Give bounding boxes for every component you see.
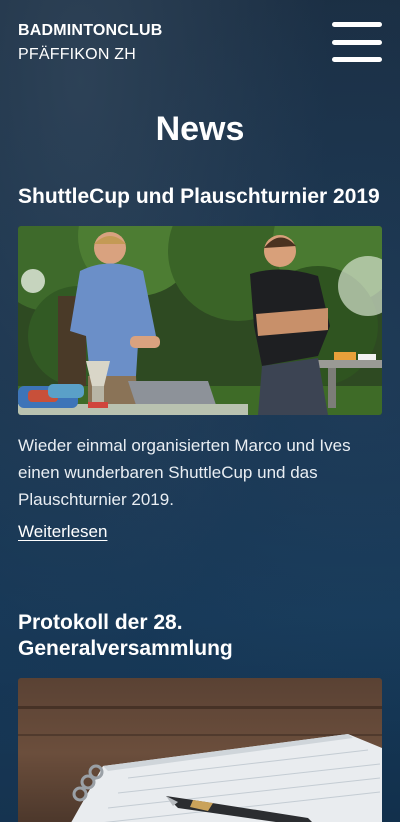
- brand-name[interactable]: BADMINTONCLUB: [18, 20, 163, 41]
- read-more-link[interactable]: Weiterlesen: [18, 519, 107, 545]
- article-image[interactable]: [18, 678, 382, 822]
- menu-bar: [332, 57, 382, 62]
- menu-bar: [332, 39, 382, 45]
- brand-location[interactable]: PFÄFFIKON ZH: [18, 44, 163, 65]
- hamburger-menu-icon[interactable]: [332, 22, 382, 62]
- article-excerpt: Wieder einmal organisierten Marco und Iv…: [18, 436, 351, 509]
- article-title[interactable]: Protokoll der 28. Generalversammlung: [18, 610, 382, 662]
- article-title[interactable]: ShuttleCup und Plauschturnier 2019: [18, 184, 382, 210]
- page-title: News: [155, 110, 245, 148]
- site-header[interactable]: BADMINTONCLUB PFÄFFIKON ZH: [18, 20, 163, 65]
- fountain-pen-on-notebook-photo: [18, 678, 382, 822]
- news-article: ShuttleCup und Plauschturnier 2019 Wiede…: [18, 184, 382, 545]
- menu-bar: [332, 22, 382, 27]
- news-article: Protokoll der 28. Generalversammlung: [18, 610, 382, 822]
- page: BADMINTONCLUB PFÄFFIKON ZH News ShuttleC…: [0, 0, 400, 822]
- two-men-at-tournament-table-photo: [18, 226, 382, 415]
- article-image[interactable]: [18, 226, 382, 415]
